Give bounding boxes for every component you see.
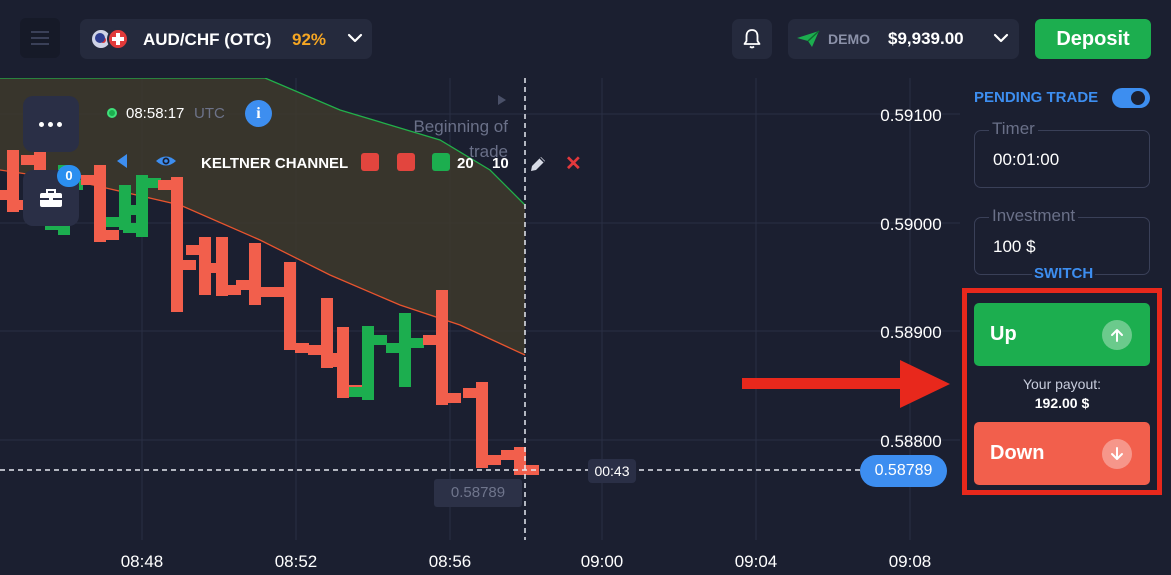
time-axis-label: 09:08 bbox=[889, 552, 932, 571]
up-button[interactable]: Up bbox=[974, 303, 1150, 366]
timer-label: Timer bbox=[989, 119, 1038, 139]
bear-candle bbox=[463, 382, 501, 468]
down-button[interactable]: Down bbox=[974, 422, 1150, 485]
info-icon[interactable]: i bbox=[245, 100, 272, 127]
notifications-button[interactable] bbox=[732, 19, 772, 59]
pending-trade-toggle[interactable] bbox=[1112, 88, 1150, 108]
account-balance: $9,939.00 bbox=[888, 29, 964, 48]
indicator-color-swatch[interactable] bbox=[397, 153, 415, 171]
switch-currency-button[interactable]: SWITCH bbox=[1032, 265, 1096, 282]
timezone-label: UTC bbox=[194, 105, 225, 122]
price-axis-label: 0.59100 bbox=[880, 106, 941, 125]
time-axis-label: 09:04 bbox=[735, 552, 778, 571]
arrow-down-icon bbox=[1102, 439, 1132, 469]
investment-label: Investment bbox=[989, 206, 1079, 226]
scroll-arrow-icon bbox=[498, 95, 506, 105]
indicator-color-swatch[interactable] bbox=[361, 153, 379, 171]
arrow-up-icon bbox=[1102, 320, 1132, 350]
timer-field[interactable]: Timer 00:01:00 bbox=[974, 119, 1150, 188]
collapse-indicator-icon[interactable] bbox=[117, 154, 127, 168]
menu-icon[interactable] bbox=[20, 18, 60, 58]
bear-candle bbox=[236, 243, 274, 305]
indicator-multiplier: 10 bbox=[492, 155, 509, 172]
payout-value: 192.00 $ bbox=[1034, 395, 1090, 411]
time-axis-label: 08:52 bbox=[275, 552, 318, 571]
investment-value: 100 $ bbox=[993, 237, 1036, 256]
time-axis-label: 08:56 bbox=[429, 552, 472, 571]
countdown-timer: 00:43 bbox=[588, 459, 636, 483]
price-axis-label: 0.58800 bbox=[880, 432, 941, 451]
price-axis-label: 0.59000 bbox=[880, 215, 941, 234]
chevron-down-icon bbox=[993, 33, 1009, 43]
price-axis-label: 0.58900 bbox=[880, 323, 941, 342]
eye-icon[interactable] bbox=[155, 152, 177, 170]
pointer-arrow-icon bbox=[742, 360, 950, 408]
up-label: Up bbox=[990, 323, 1017, 345]
bull-candle bbox=[386, 313, 424, 387]
indicator-name: KELTNER CHANNEL bbox=[201, 155, 349, 172]
trades-count-badge: 0 bbox=[57, 165, 81, 187]
crosshair-price-label: 0.58789 bbox=[434, 479, 522, 507]
asset-name: AUD/CHF (OTC) bbox=[143, 30, 272, 49]
chevron-down-icon bbox=[347, 33, 363, 43]
chf-flag-icon bbox=[107, 28, 129, 50]
payout-label: Your payout: bbox=[1022, 376, 1102, 392]
live-status-dot bbox=[107, 108, 117, 118]
deposit-button[interactable]: Deposit bbox=[1035, 19, 1151, 59]
paper-plane-icon bbox=[797, 30, 820, 47]
asset-selector[interactable]: AUD/CHF (OTC) 92% bbox=[80, 19, 372, 59]
current-price-badge: 0.58789 bbox=[860, 455, 947, 487]
bear-candle bbox=[501, 447, 539, 475]
pending-trade-label: PENDING TRADE bbox=[974, 89, 1099, 106]
asset-payout-percent: 92% bbox=[292, 30, 327, 49]
account-selector[interactable]: DEMO $9,939.00 bbox=[788, 19, 1019, 59]
time-axis-label: 09:00 bbox=[581, 552, 624, 571]
time-axis-label: 08:48 bbox=[121, 552, 164, 571]
timer-value: 00:01:00 bbox=[993, 150, 1060, 169]
account-type: DEMO bbox=[828, 31, 870, 47]
server-time: 08:58:17 bbox=[126, 105, 185, 122]
bell-icon bbox=[743, 29, 761, 49]
down-label: Down bbox=[990, 442, 1045, 464]
pencil-icon[interactable] bbox=[528, 154, 548, 174]
indicator-color-swatch[interactable] bbox=[432, 153, 450, 171]
close-icon[interactable]: ✕ bbox=[565, 151, 582, 176]
bear-candle bbox=[271, 262, 309, 353]
bull-candle bbox=[349, 326, 387, 400]
briefcase-icon bbox=[40, 189, 62, 207]
more-options-button[interactable] bbox=[23, 96, 79, 152]
indicator-period: 20 bbox=[457, 155, 474, 172]
